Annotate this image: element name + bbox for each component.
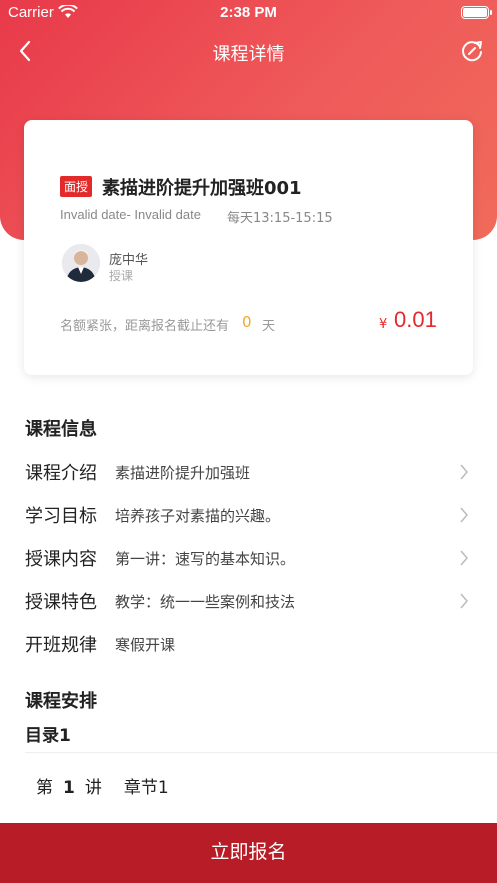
info-label: 课程介绍 [25,463,97,484]
chevron-right-icon [460,593,468,609]
info-label: 学习目标 [25,506,97,527]
status-bar: Carrier 2:38 PM [0,0,497,26]
info-value: 培养孩子对素描的兴趣。 [115,507,281,525]
teacher-avatar[interactable] [62,244,100,282]
status-time: 2:38 PM [220,4,277,21]
course-title: 素描进阶提升加强班001 [102,178,302,199]
info-label: 开班规律 [25,635,97,656]
enroll-button[interactable]: 立即报名 [0,823,497,883]
lesson-number: 1 [63,778,75,798]
chevron-right-icon [460,464,468,480]
info-value: 教学：统一一些案例和技法 [115,593,296,611]
info-row-intro[interactable]: 课程介绍 素描进阶提升加强班 [0,457,497,487]
price-currency: ¥ [379,317,388,332]
teacher-name: 庞中华 [109,253,149,268]
lesson-name: 章节1 [123,778,169,798]
nav-bar: 课程详情 [0,30,497,74]
info-row-goal[interactable]: 学习目标 培养孩子对素描的兴趣。 [0,500,497,530]
info-value: 第一讲：速写的基本知识。 [115,550,296,568]
deadline-text: 名额紧张，距离报名截止还有 [60,319,230,334]
info-label: 授课内容 [25,549,97,570]
divider [25,752,497,753]
chevron-right-icon [460,550,468,566]
course-info-heading: 课程信息 [25,419,97,440]
lesson-suffix: 讲 [84,778,102,798]
info-row-content[interactable]: 授课内容 第一讲：速写的基本知识。 [0,543,497,573]
battery-icon [461,6,492,19]
course-date-range: Invalid date- Invalid date [60,207,201,222]
info-value: 素描进阶提升加强班 [115,464,251,482]
lesson-item[interactable]: 第 1 讲 章节1 [36,773,169,798]
teacher-role: 授课 [109,269,134,283]
catalog-title: 目录1 [25,726,71,746]
course-schedule-time: 每天13:15-15:15 [227,211,333,226]
course-type-badge: 面授 [60,176,93,197]
chevron-right-icon [460,507,468,523]
course-schedule-heading: 课程安排 [25,691,97,712]
course-card: 面授 素描进阶提升加强班001 Invalid date- Invalid da… [24,120,473,375]
refresh-icon[interactable] [459,38,485,64]
lesson-prefix: 第 [36,778,53,798]
info-row-feature[interactable]: 授课特色 教学：统一一些案例和技法 [0,586,497,616]
info-label: 授课特色 [25,592,97,613]
info-value: 寒假开课 [115,636,176,654]
info-row-schedule-rule: 开班规律 寒假开课 [0,629,497,659]
deadline-days: 0 [242,313,252,331]
course-price: 0.01 [394,307,437,332]
page-title: 课程详情 [212,44,285,65]
deadline-unit: 天 [262,319,276,334]
